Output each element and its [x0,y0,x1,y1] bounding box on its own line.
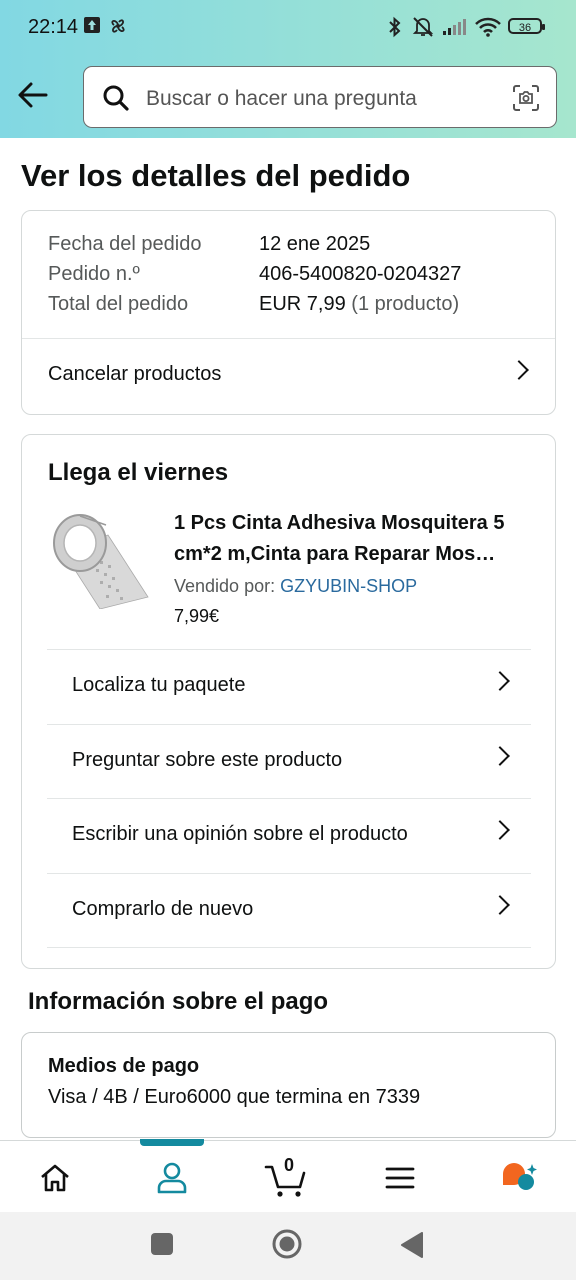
chevron-right-icon [490,895,510,915]
back-arrow-icon[interactable] [16,78,50,112]
nav-rufus-assistant[interactable] [470,1141,566,1213]
nav-account[interactable] [125,1141,221,1213]
status-time: 22:14 [28,16,79,38]
search-bar[interactable] [83,66,557,128]
order-item-count: (1 producto) [351,293,460,315]
payment-methods-card: Medios de pago Visa / 4B / Euro6000 que … [21,1032,556,1138]
bottom-navigation: 0 [0,1139,576,1213]
user-icon [157,1162,187,1194]
ask-about-product-label: Preguntar sobre este producto [72,749,343,771]
nav-menu[interactable] [355,1141,451,1213]
buy-again-row[interactable]: Comprarlo de nuevo [47,874,531,948]
cart-count: 0 [284,1155,295,1175]
battery-indicator: 36 [508,18,545,34]
app-header: 22:14 36 [0,0,576,138]
product-price: 7,99€ [174,606,220,626]
track-package-row[interactable]: Localiza tu paquete [47,650,531,724]
chevron-right-icon [490,820,510,840]
order-number-label: Pedido n.º [48,263,140,285]
system-navigation-bar [0,1212,576,1280]
track-package-label: Localiza tu paquete [72,674,246,696]
search-input[interactable] [144,81,498,117]
signal-icon [443,19,466,35]
seller-info: Vendido por: GZYUBIN-SHOP [174,576,417,597]
product-image[interactable] [50,513,150,609]
nav-cart[interactable]: 0 [240,1141,336,1213]
order-date-value: 12 ene 2025 [259,233,371,255]
cancel-products-row[interactable]: Cancelar productos [22,339,555,413]
chevron-right-icon [490,746,510,766]
camera-search-icon[interactable] [511,83,541,113]
buy-again-label: Comprarlo de nuevo [72,898,254,920]
bluetooth-icon [389,16,401,38]
divider [47,947,531,948]
chevron-right-icon [509,360,529,380]
ask-about-product-row[interactable]: Preguntar sobre este producto [47,725,531,799]
order-number-value: 406-5400820-0204327 [259,263,462,285]
assistant-icon [503,1163,537,1190]
arrival-heading: Llega el viernes [48,459,229,486]
page-title: Ver los detalles del pedido [21,158,411,193]
write-review-label: Escribir una opinión sobre el producto [72,823,408,845]
menu-icon [385,1167,415,1189]
chevron-right-icon [490,671,510,691]
order-date-label: Fecha del pedido [48,233,202,255]
product-title[interactable]: 1 Pcs Cinta Adhesiva Mosquitera 5 cm*2 m… [174,508,544,570]
home-icon [41,1164,69,1192]
search-icon[interactable] [102,84,130,112]
recents-button-icon[interactable] [150,1232,174,1256]
back-button-icon[interactable] [400,1232,424,1258]
order-total-value: EUR 7,99 [259,293,346,315]
mute-icon [412,17,434,37]
notification-icon [84,17,100,33]
fan-icon [111,19,125,33]
nav-home[interactable] [10,1141,106,1213]
shipment-card: Llega el viernes 1 Pcs Cinta Adhesiva Mo… [21,434,556,969]
cancel-products-label: Cancelar productos [48,363,222,385]
seller-link[interactable]: GZYUBIN-SHOP [280,576,417,596]
home-button-icon[interactable] [272,1229,302,1259]
status-bar: 22:14 36 [0,0,576,56]
write-review-row[interactable]: Escribir una opinión sobre el producto [47,799,531,873]
seller-label: Vendido por: [174,576,276,596]
wifi-icon [475,17,501,37]
order-total-label: Total del pedido [48,293,189,315]
order-summary-card: Fecha del pedido 12 ene 2025 Pedido n.º … [21,210,556,415]
payment-methods-value: Visa / 4B / Euro6000 que termina en 7339 [48,1086,421,1108]
payment-methods-label: Medios de pago [48,1055,200,1077]
payment-section-title: Información sobre el pago [28,988,329,1015]
order-total-value-wrap: EUR 7,99 (1 producto) [259,293,459,316]
